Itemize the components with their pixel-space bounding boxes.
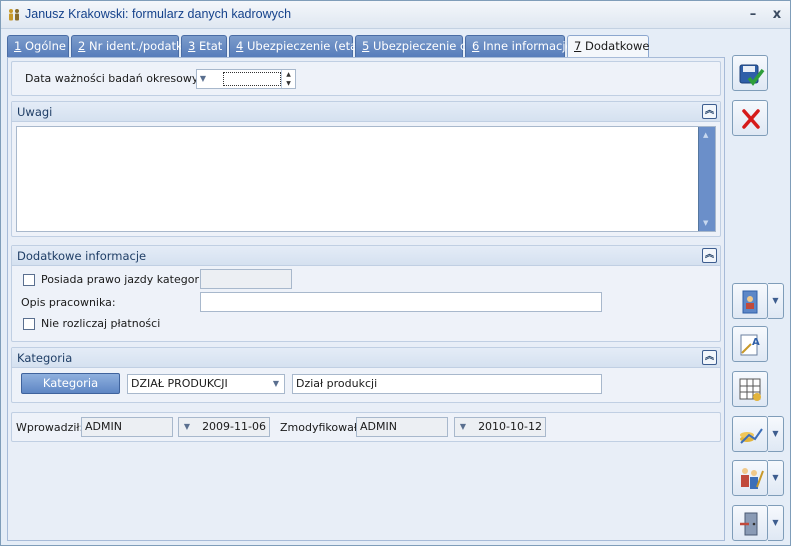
people-button[interactable] — [732, 460, 768, 496]
scroll-up-icon[interactable]: ▲ — [703, 131, 708, 139]
wprowadzil-label: Wprowadził: — [16, 421, 84, 434]
kategoria-select[interactable]: DZIAŁ PRODUKCJI ▼ — [127, 374, 285, 394]
prawo-jazdy-label: Posiada prawo jazdy kategorii: — [41, 273, 209, 286]
kategoria-title: Kategoria — [17, 351, 73, 365]
scroll-down-icon[interactable]: ▼ — [703, 219, 708, 227]
window-title: Janusz Krakowski: formularz danych kadro… — [25, 7, 292, 21]
cancel-button[interactable] — [732, 100, 768, 136]
kategoria-description[interactable]: Dział produkcji — [292, 374, 602, 394]
wprowadzil-date-dropdown-icon: ▼ — [183, 422, 191, 431]
tab-etat[interactable]: 3 Etat — [181, 35, 227, 57]
chart-icon — [740, 428, 763, 444]
audit-panel: Wprowadził: ADMIN ▼ 2009-11-06 Zmodyfiko… — [11, 412, 721, 442]
nie-rozliczaj-checkbox[interactable] — [23, 318, 35, 330]
collapse-dodatkowe-icon[interactable]: ︽ — [702, 248, 717, 263]
opis-label: Opis pracownika: — [21, 296, 116, 309]
date-value — [223, 72, 281, 86]
zmodyfikowal-user: ADMIN — [356, 417, 448, 437]
zmodyfikowal-date: ▼ 2010-10-12 — [454, 417, 546, 437]
tab-inne-informacje[interactable]: 6 Inne informacje — [465, 35, 573, 57]
door-icon — [740, 512, 758, 536]
people-dropdown[interactable]: ▼ — [768, 460, 784, 496]
collapse-kategoria-icon[interactable]: ︽ — [702, 350, 717, 365]
badania-date-field[interactable]: ▼ ▲ ▼ — [196, 69, 296, 89]
zmodyfikowal-date-dropdown-icon: ▼ — [459, 422, 467, 431]
cancel-icon — [742, 109, 760, 129]
chart-dropdown[interactable]: ▼ — [768, 416, 784, 452]
save-icon — [739, 64, 765, 86]
document-edit-button[interactable]: A — [732, 326, 768, 362]
date-dropdown-icon[interactable]: ▼ — [197, 70, 209, 88]
chart-button[interactable] — [732, 416, 768, 452]
nie-rozliczaj-label: Nie rozliczaj płatności — [41, 317, 161, 330]
dodatkowe-header: Dodatkowe informacje ︽ — [12, 246, 720, 266]
kategoria-header: Kategoria ︽ — [12, 348, 720, 368]
exit-door-button[interactable] — [732, 505, 768, 541]
tab-ogolne[interactable]: 1 Ogólne — [7, 35, 69, 57]
save-button[interactable] — [732, 55, 768, 91]
title-bar: Janusz Krakowski: formularz danych kadro… — [1, 1, 790, 29]
dodatkowe-title: Dodatkowe informacje — [17, 249, 147, 263]
badania-label: Data ważności badań okresowych: — [25, 72, 216, 85]
people-group-icon — [741, 468, 764, 489]
close-button[interactable]: x — [769, 7, 785, 23]
uwagi-header: Uwagi ︽ — [12, 102, 720, 122]
prawo-jazdy-field[interactable] — [200, 269, 292, 289]
people-icon — [9, 9, 19, 21]
form-window: Janusz Krakowski: formularz danych kadro… — [0, 0, 791, 546]
wprowadzil-user: ADMIN — [81, 417, 173, 437]
zmodyfikowal-label: Zmodyfikował: — [280, 421, 361, 434]
document-edit-icon: A — [740, 334, 760, 356]
tab-ubezpieczenie-etat[interactable]: 4 Ubezpieczenie (etat) — [229, 35, 366, 57]
collapse-uwagi-icon[interactable]: ︽ — [702, 104, 717, 119]
exit-door-dropdown[interactable]: ▼ — [768, 505, 784, 541]
uwagi-panel: Uwagi ︽ ▲ ▼ — [11, 101, 721, 237]
badania-panel: Data ważności badań okresowych: ▼ ▲ ▼ — [11, 61, 721, 96]
svg-text:A: A — [752, 337, 760, 348]
wprowadzil-date: ▼ 2009-11-06 — [178, 417, 270, 437]
kategoria-dropdown-icon[interactable]: ▼ — [270, 375, 282, 393]
date-spin-icon[interactable]: ▲ ▼ — [281, 70, 295, 88]
prawo-jazdy-checkbox[interactable] — [23, 274, 35, 286]
opis-field[interactable] — [200, 292, 602, 312]
tab-content: Data ważności badań okresowych: ▼ ▲ ▼ Uwa… — [7, 57, 725, 541]
uwagi-textarea[interactable]: ▲ ▼ — [16, 126, 716, 232]
uwagi-scrollbar[interactable]: ▲ ▼ — [698, 127, 715, 231]
uwagi-title: Uwagi — [17, 105, 53, 119]
person-card-icon — [742, 290, 758, 314]
kategoria-code: DZIAŁ PRODUKCJI — [131, 377, 228, 390]
person-card-dropdown[interactable]: ▼ — [768, 283, 784, 319]
spreadsheet-icon — [739, 378, 761, 401]
kategoria-button[interactable]: Kategoria — [21, 373, 120, 394]
tab-dodatkowe[interactable]: 7 Dodatkowe — [567, 35, 650, 58]
minimize-button[interactable]: – — [745, 7, 761, 23]
spreadsheet-button[interactable] — [732, 371, 768, 407]
tab-nr-ident[interactable]: 2 Nr ident./podatki — [71, 35, 186, 57]
tab-ubezpieczenie-cd[interactable]: 5 Ubezpieczenie cd — [355, 35, 474, 57]
kategoria-panel: Kategoria ︽ Kategoria DZIAŁ PRODUKCJI ▼ … — [11, 347, 721, 403]
dodatkowe-panel: Dodatkowe informacje ︽ Posiada prawo jaz… — [11, 245, 721, 342]
person-card-button[interactable] — [732, 283, 768, 319]
